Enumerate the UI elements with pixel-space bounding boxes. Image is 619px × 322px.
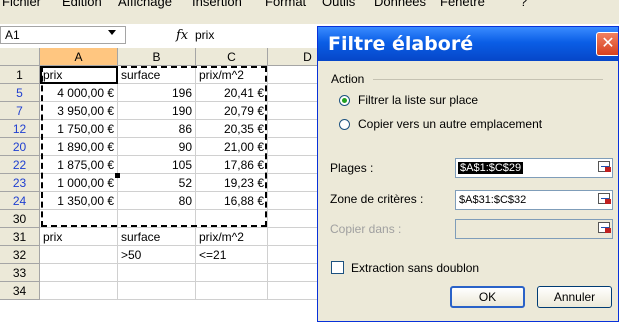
grid-cell[interactable] xyxy=(196,210,268,228)
menu-affichage[interactable]: Affichage xyxy=(118,0,172,9)
close-button[interactable]: ✕ xyxy=(596,32,618,56)
row-header[interactable]: 20 xyxy=(0,138,40,156)
fill-handle[interactable] xyxy=(115,173,120,178)
grid-cell[interactable]: prix xyxy=(40,66,118,84)
grid-cell[interactable]: 90 xyxy=(118,138,196,156)
radio-selected-dot xyxy=(342,98,347,103)
grid-cell[interactable]: 4 000,00 € xyxy=(40,84,118,102)
grid-cell[interactable] xyxy=(40,264,118,282)
grid-cell[interactable]: 196 xyxy=(118,84,196,102)
advanced-filter-dialog: Filtre élaboré ✕ Action Filtrer la liste… xyxy=(317,26,619,322)
row-header[interactable]: 12 xyxy=(0,120,40,138)
grid-cell[interactable] xyxy=(40,282,118,300)
plages-collapse-button[interactable] xyxy=(597,160,613,176)
menu-outils[interactable]: Outils xyxy=(322,0,355,9)
row-header[interactable]: 5 xyxy=(0,84,40,102)
grid-cell[interactable]: 80 xyxy=(118,192,196,210)
plages-label: Plages : xyxy=(330,161,374,175)
grid-cell[interactable] xyxy=(196,282,268,300)
grid-cell[interactable]: 1 000,00 € xyxy=(40,174,118,192)
cancel-button[interactable]: Annuler xyxy=(537,286,612,308)
name-box[interactable]: A1 xyxy=(0,26,126,44)
grid-cell[interactable] xyxy=(118,282,196,300)
grid-cell[interactable]: 3 950,00 € xyxy=(40,102,118,120)
row-header[interactable]: 22 xyxy=(0,156,40,174)
menu-fenetre[interactable]: Fenêtre xyxy=(440,0,485,9)
row-header[interactable]: 1 xyxy=(0,66,40,84)
criteres-value: $A$31:$C$32 xyxy=(459,194,527,206)
copier-collapse-button xyxy=(597,221,613,237)
column-header-b[interactable]: B xyxy=(118,48,196,66)
chevron-down-icon[interactable] xyxy=(108,30,116,35)
action-group-label: Action xyxy=(331,72,365,86)
unique-records-label[interactable]: Extraction sans doublon xyxy=(351,261,479,275)
select-all-corner[interactable] xyxy=(0,48,40,66)
row-header[interactable]: 24 xyxy=(0,192,40,210)
grid-cell[interactable]: 20,41 € xyxy=(196,84,268,102)
menu-bar: Fichier Edition Affichage Insertion Form… xyxy=(0,0,619,25)
menu-edition[interactable]: Edition xyxy=(62,0,102,9)
row-header[interactable]: 31 xyxy=(0,228,40,246)
grid-cell[interactable]: <=21 xyxy=(196,246,268,264)
row-header[interactable]: 23 xyxy=(0,174,40,192)
copier-input xyxy=(455,219,613,239)
radio-filter-in-place-label[interactable]: Filtrer la liste sur place xyxy=(358,93,478,107)
grid-cell[interactable]: 21,00 € xyxy=(196,138,268,156)
criteres-input[interactable]: $A$31:$C$32 xyxy=(455,190,613,210)
grid-cell[interactable]: prix/m^2 xyxy=(196,66,268,84)
row-header[interactable]: 34 xyxy=(0,282,40,300)
row-header[interactable]: 32 xyxy=(0,246,40,264)
dialog-title: Filtre élaboré xyxy=(328,33,474,55)
grid-cell[interactable]: 105 xyxy=(118,156,196,174)
grid-cell[interactable] xyxy=(40,246,118,264)
grid-cell[interactable]: 19,23 € xyxy=(196,174,268,192)
column-header-a[interactable]: A xyxy=(40,48,118,66)
grid-cell[interactable]: >50 xyxy=(118,246,196,264)
group-divider xyxy=(373,79,603,80)
grid-cell[interactable]: prix/m^2 xyxy=(196,228,268,246)
grid-cell[interactable]: 20,35 € xyxy=(196,120,268,138)
criteres-collapse-button[interactable] xyxy=(597,192,613,208)
unique-records-checkbox[interactable] xyxy=(331,261,344,274)
plages-input[interactable]: $A$1:$C$29 xyxy=(455,158,613,178)
grid-cell[interactable] xyxy=(40,210,118,228)
radio-filter-in-place[interactable] xyxy=(339,95,350,106)
radio-copy-elsewhere-label[interactable]: Copier vers un autre emplacement xyxy=(358,117,542,131)
criteres-label: Zone de critères : xyxy=(330,192,424,206)
row-header[interactable]: 33 xyxy=(0,264,40,282)
grid-cell[interactable]: 16,88 € xyxy=(196,192,268,210)
grid-cell[interactable] xyxy=(118,264,196,282)
grid-cell[interactable] xyxy=(196,264,268,282)
ok-button[interactable]: OK xyxy=(450,286,525,308)
formula-input[interactable]: prix xyxy=(195,28,214,42)
grid-cell[interactable]: 86 xyxy=(118,120,196,138)
grid-cell[interactable]: 1 750,00 € xyxy=(40,120,118,138)
grid-cell[interactable]: 17,86 € xyxy=(196,156,268,174)
grid-cell[interactable]: surface xyxy=(118,228,196,246)
function-icon[interactable]: fx xyxy=(176,28,188,43)
plages-value: $A$1:$C$29 xyxy=(458,162,524,174)
grid-cell[interactable]: 52 xyxy=(118,174,196,192)
grid-cell[interactable]: 190 xyxy=(118,102,196,120)
name-box-value: A1 xyxy=(5,28,20,42)
grid-cell[interactable]: surface xyxy=(118,66,196,84)
grid-cell[interactable]: 1 350,00 € xyxy=(40,192,118,210)
menu-aide[interactable]: ? xyxy=(520,0,527,9)
row-header[interactable]: 7 xyxy=(0,102,40,120)
menu-donnees[interactable]: Données xyxy=(374,0,426,9)
column-header-c[interactable]: C xyxy=(196,48,268,66)
menu-fichier[interactable]: Fichier xyxy=(2,0,41,9)
grid-cell[interactable]: prix xyxy=(40,228,118,246)
row-header[interactable]: 30 xyxy=(0,210,40,228)
menu-insertion[interactable]: Insertion xyxy=(192,0,242,9)
grid-cell[interactable]: 20,79 € xyxy=(196,102,268,120)
radio-copy-elsewhere[interactable] xyxy=(339,119,350,130)
grid-cell[interactable]: 1 890,00 € xyxy=(40,138,118,156)
menu-format[interactable]: Format xyxy=(265,0,306,9)
close-icon: ✕ xyxy=(601,35,615,52)
grid-cell[interactable] xyxy=(118,210,196,228)
grid-cell[interactable]: 1 875,00 € xyxy=(40,156,118,174)
copier-label: Copier dans : xyxy=(330,222,402,236)
dialog-title-bar[interactable]: Filtre élaboré ✕ xyxy=(318,27,618,61)
